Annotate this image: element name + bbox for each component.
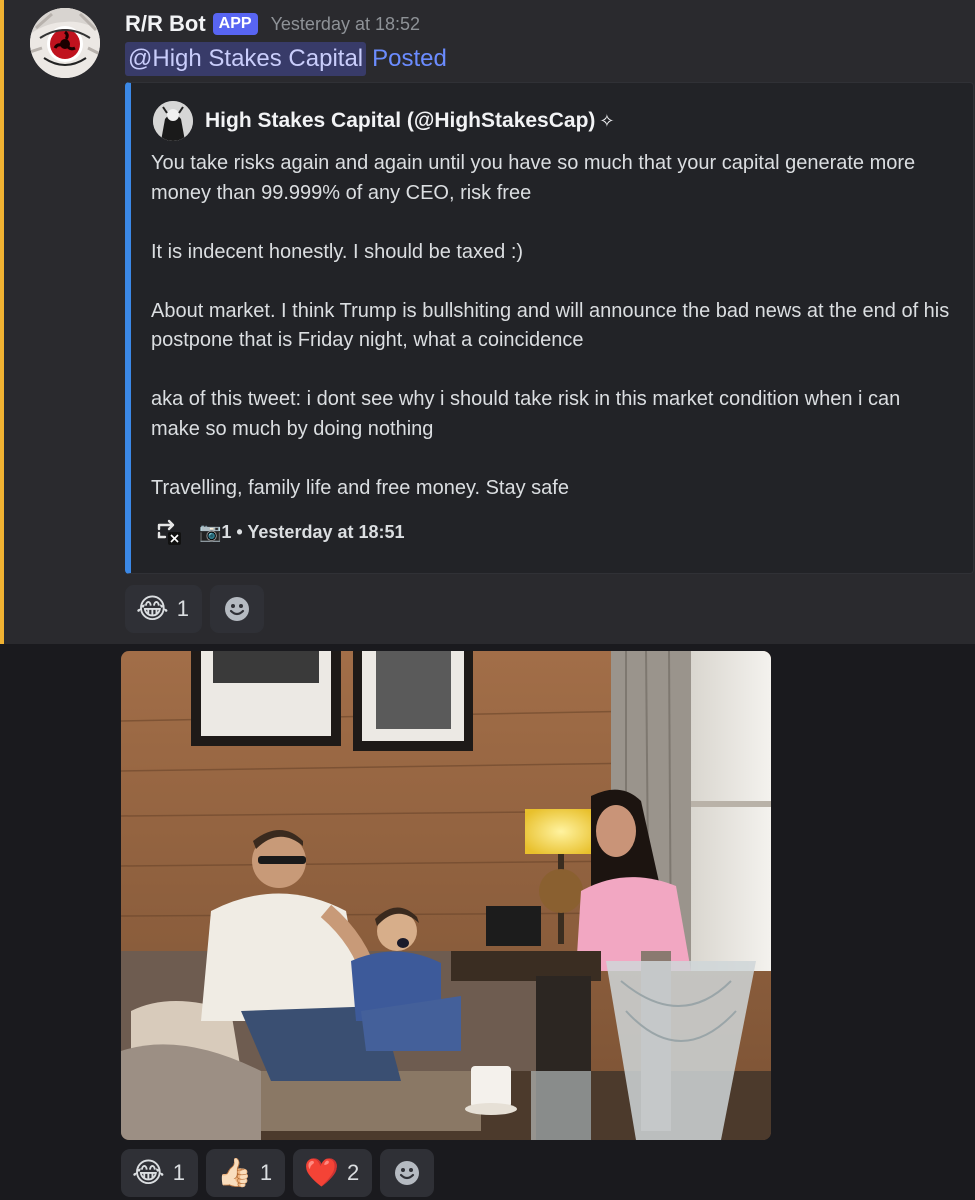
role-mention[interactable]: @High Stakes Capital [125, 42, 367, 76]
reaction-count: 1 [176, 596, 189, 621]
bot-avatar[interactable] [30, 8, 100, 78]
sparkle-icon: ✧ [599, 110, 615, 131]
add-reaction-icon [224, 597, 249, 621]
reaction-count: 1 [259, 1160, 273, 1185]
joy-emoji: 😂 [132, 1157, 165, 1188]
username[interactable]: R/R Bot [125, 11, 206, 37]
image-attachment[interactable] [121, 651, 771, 1140]
repost-x-icon [155, 517, 185, 547]
author-avatar [153, 101, 193, 141]
message-content: @High Stakes Capital Posted [125, 42, 447, 76]
reaction-joy[interactable]: 😂 1 [125, 585, 202, 633]
app-badge: APP [212, 13, 258, 35]
message-header: R/R Bot APP Yesterday at 18:52 [125, 8, 420, 40]
add-reaction-icon [395, 1161, 420, 1185]
tweet-paragraph: You take risks again and again until you… [151, 152, 916, 204]
thumbs-up-emoji: 👍🏻 [216, 1157, 252, 1188]
add-reaction-button[interactable] [209, 585, 264, 633]
tweet-paragraph: It is indecent honestly. I should be tax… [151, 240, 524, 263]
reaction-thumbs-up[interactable]: 👍🏻 1 [205, 1149, 286, 1197]
embed-author[interactable]: High Stakes Capital (@HighStakesCap) ✧ [153, 101, 615, 141]
posted-link[interactable]: Posted [372, 45, 447, 73]
tweet-text: You take risks again and again until you… [151, 149, 951, 533]
embed-footer: 📷1 • Yesterday at 18:51 [155, 517, 405, 547]
reaction-count: 1 [172, 1160, 185, 1185]
reaction-count: 2 [346, 1160, 360, 1185]
joy-emoji: 😂 [136, 593, 169, 624]
embed-footer-text: 📷1 • Yesterday at 18:51 [199, 521, 405, 542]
add-reaction-button[interactable] [380, 1149, 435, 1197]
message-timestamp[interactable]: Yesterday at 18:52 [271, 14, 420, 35]
reactions-bar: 😂 1 [125, 585, 264, 633]
embed-author-name[interactable]: High Stakes Capital (@HighStakesCap) [205, 109, 595, 133]
tweet-embed: High Stakes Capital (@HighStakesCap) ✧ Y… [125, 82, 974, 574]
reaction-heart[interactable]: ❤️ 2 [293, 1149, 373, 1197]
reactions-bar: 😂 1 👍🏻 1 ❤️ 2 [121, 1149, 435, 1197]
reaction-joy[interactable]: 😂 1 [121, 1149, 198, 1197]
heart-emoji: ❤️ [304, 1157, 339, 1188]
tweet-paragraph: About market. I think Trump is bullshiti… [151, 299, 950, 352]
tweet-paragraph: Travelling, family life and free money. … [151, 476, 569, 499]
tweet-paragraph: aka of this tweet: i dont see why i shou… [151, 388, 901, 440]
message-highlighted: R/R Bot APP Yesterday at 18:52 @High Sta… [0, 0, 975, 644]
